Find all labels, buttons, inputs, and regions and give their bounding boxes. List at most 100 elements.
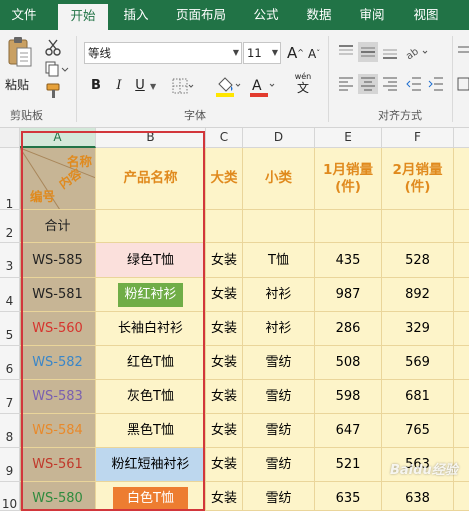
increase-font-size-button[interactable]: A^ bbox=[287, 42, 307, 64]
cell-g2[interactable] bbox=[454, 210, 469, 243]
cell-product-name[interactable]: 粉红衬衫 bbox=[96, 278, 206, 312]
phonetic-guide-button[interactable]: wén 文 bbox=[290, 72, 316, 98]
cell-id[interactable]: WS-582 bbox=[20, 346, 96, 380]
tab-insert[interactable]: 插入 bbox=[113, 0, 159, 30]
cell-product-name[interactable]: 粉红短袖衬衫 bbox=[96, 448, 206, 482]
cell-category[interactable]: 女装 bbox=[206, 414, 243, 448]
cell-id[interactable]: WS-583 bbox=[20, 380, 96, 414]
column-header-a[interactable]: A bbox=[20, 128, 96, 148]
cell-feb-sales[interactable]: 892 bbox=[382, 278, 454, 312]
cell-id[interactable]: WS-581 bbox=[20, 278, 96, 312]
cell-feb-sales[interactable]: 638 bbox=[382, 482, 454, 511]
cell-subcategory[interactable]: 雪纺 bbox=[243, 448, 315, 482]
borders-button[interactable] bbox=[170, 76, 194, 96]
cell-category[interactable]: 女装 bbox=[206, 312, 243, 346]
tab-review[interactable]: 审阅 bbox=[350, 0, 394, 30]
italic-button[interactable]: I bbox=[109, 76, 129, 96]
cell-jan-sales[interactable]: 435 bbox=[315, 243, 382, 278]
cell-subcategory[interactable]: T恤 bbox=[243, 243, 315, 278]
cell-category[interactable]: 女装 bbox=[206, 278, 243, 312]
cell-product-name[interactable]: 黑色T恤 bbox=[96, 414, 206, 448]
cell-id[interactable]: WS-584 bbox=[20, 414, 96, 448]
cell-feb-sales[interactable]: 329 bbox=[382, 312, 454, 346]
tab-home[interactable]: 开始 bbox=[58, 4, 108, 30]
row-header-4[interactable]: 4 bbox=[0, 278, 20, 312]
cell-g6[interactable] bbox=[454, 346, 469, 380]
cell-jan-sales[interactable]: 286 bbox=[315, 312, 382, 346]
tab-view[interactable]: 视图 bbox=[404, 0, 448, 30]
cut-button[interactable] bbox=[44, 38, 62, 56]
format-painter-button[interactable] bbox=[44, 82, 64, 100]
cell-g3[interactable] bbox=[454, 243, 469, 278]
cell-category[interactable]: 女装 bbox=[206, 482, 243, 511]
column-header-f[interactable]: F bbox=[382, 128, 454, 148]
cell-product-name[interactable]: 绿色T恤 bbox=[96, 243, 206, 278]
align-top-button[interactable] bbox=[336, 42, 356, 62]
row-header-1[interactable]: 1 bbox=[0, 148, 20, 211]
header-feb-sales[interactable]: 2月销量(件) bbox=[382, 148, 454, 210]
cell-g5[interactable] bbox=[454, 312, 469, 346]
decrease-font-size-button[interactable]: Aˇ bbox=[308, 42, 328, 64]
tab-page-layout[interactable]: 页面布局 bbox=[166, 0, 236, 30]
cell-id[interactable]: WS-585 bbox=[20, 243, 96, 278]
cell-f2[interactable] bbox=[382, 210, 454, 243]
header-product-name[interactable]: 产品名称 bbox=[96, 148, 206, 210]
column-header-d[interactable]: D bbox=[243, 128, 315, 148]
cell-feb-sales[interactable]: 765 bbox=[382, 414, 454, 448]
copy-button[interactable] bbox=[44, 60, 70, 78]
cell-category[interactable]: 女装 bbox=[206, 346, 243, 380]
cell-category[interactable]: 女装 bbox=[206, 380, 243, 414]
merge-center-button[interactable] bbox=[456, 74, 469, 94]
cell-subcategory[interactable]: 雪纺 bbox=[243, 482, 315, 511]
align-center-button[interactable] bbox=[358, 74, 378, 94]
cell-id[interactable]: WS-561 bbox=[20, 448, 96, 482]
header-jan-sales[interactable]: 1月销量(件) bbox=[315, 148, 382, 210]
cell-g7[interactable] bbox=[454, 380, 469, 414]
bold-button[interactable]: B bbox=[86, 76, 106, 96]
font-name-dropdown[interactable]: 等线 ▼ bbox=[84, 42, 242, 64]
cell-feb-sales[interactable]: 528 bbox=[382, 243, 454, 278]
cell-subcategory[interactable]: 衬衫 bbox=[243, 312, 315, 346]
cell-product-name[interactable]: 白色T恤 bbox=[96, 482, 206, 511]
decrease-indent-button[interactable] bbox=[404, 74, 424, 94]
align-right-button[interactable] bbox=[380, 74, 400, 94]
column-header-e[interactable]: E bbox=[315, 128, 382, 148]
column-header-g[interactable] bbox=[454, 128, 469, 148]
row-header-10[interactable]: 10 bbox=[0, 482, 20, 511]
row-header-2[interactable]: 2 bbox=[0, 210, 20, 243]
row-header-7[interactable]: 7 bbox=[0, 380, 20, 414]
font-color-button[interactable]: A bbox=[248, 74, 276, 98]
row-header-3[interactable]: 3 bbox=[0, 243, 20, 278]
align-middle-button[interactable] bbox=[358, 42, 378, 62]
text-orientation-button[interactable]: ab bbox=[404, 42, 430, 62]
fill-color-button[interactable] bbox=[214, 74, 242, 98]
cell-g4[interactable] bbox=[454, 278, 469, 312]
tab-file[interactable]: 文件 bbox=[0, 0, 48, 30]
cell-product-name[interactable]: 红色T恤 bbox=[96, 346, 206, 380]
cell-a1-diagonal-header[interactable]: 名称 内容 编号 bbox=[20, 148, 96, 210]
cell-feb-sales[interactable]: 681 bbox=[382, 380, 454, 414]
align-left-button[interactable] bbox=[336, 74, 356, 94]
cell-id[interactable]: WS-580 bbox=[20, 482, 96, 511]
column-header-c[interactable]: C bbox=[206, 128, 243, 148]
cell-g10[interactable] bbox=[454, 482, 469, 511]
cell-jan-sales[interactable]: 635 bbox=[315, 482, 382, 511]
wrap-text-button[interactable] bbox=[456, 42, 469, 62]
cell-category[interactable]: 女装 bbox=[206, 243, 243, 278]
tab-data[interactable]: 数据 bbox=[297, 0, 341, 30]
cell-jan-sales[interactable]: 598 bbox=[315, 380, 382, 414]
cell-subcategory[interactable]: 雪纺 bbox=[243, 380, 315, 414]
cell-jan-sales[interactable]: 647 bbox=[315, 414, 382, 448]
header-category[interactable]: 大类 bbox=[206, 148, 243, 210]
cell-subcategory[interactable]: 雪纺 bbox=[243, 346, 315, 380]
row-header-6[interactable]: 6 bbox=[0, 346, 20, 380]
font-size-dropdown[interactable]: 11 ▼ bbox=[243, 42, 281, 64]
cell-g9[interactable] bbox=[454, 448, 469, 482]
cell-b2[interactable] bbox=[96, 210, 206, 243]
column-header-b[interactable]: B bbox=[96, 128, 206, 148]
cell-id[interactable]: WS-560 bbox=[20, 312, 96, 346]
cell-product-name[interactable]: 灰色T恤 bbox=[96, 380, 206, 414]
row-header-8[interactable]: 8 bbox=[0, 414, 20, 448]
underline-button[interactable]: U bbox=[130, 76, 150, 96]
cell-jan-sales[interactable]: 508 bbox=[315, 346, 382, 380]
